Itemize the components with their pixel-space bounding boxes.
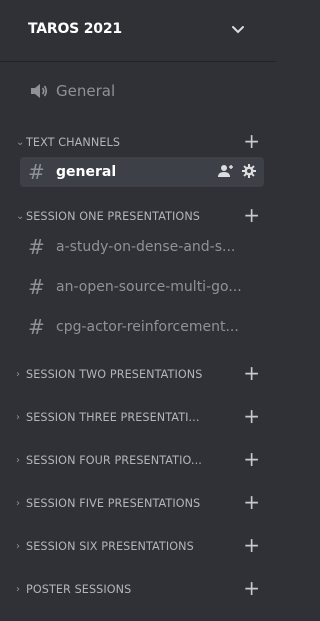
category-session-one[interactable]: ⌄ SESSION ONE PRESENTATIONS +: [16, 205, 262, 226]
server-name: TAROS 2021: [28, 21, 122, 37]
category-label: SESSION SIX PRESENTATIONS: [26, 539, 194, 553]
category-label: SESSION FOUR PRESENTATIO...: [26, 453, 202, 467]
chevron-icon: ›: [16, 454, 20, 466]
hash-icon: #: [28, 160, 45, 184]
server-header[interactable]: TAROS 2021: [0, 0, 276, 62]
plus-icon[interactable]: +: [243, 131, 260, 151]
plus-icon[interactable]: +: [243, 535, 260, 555]
category-session-six[interactable]: › SESSION SIX PRESENTATIONS +: [16, 535, 262, 556]
chevron-icon: ›: [16, 497, 20, 509]
plus-icon[interactable]: +: [243, 406, 260, 426]
channel-general[interactable]: # general: [20, 157, 264, 187]
category-session-two[interactable]: › SESSION TWO PRESENTATIONS +: [16, 363, 262, 384]
plus-icon[interactable]: +: [243, 205, 260, 225]
category-session-four[interactable]: › SESSION FOUR PRESENTATIO... +: [16, 449, 262, 470]
hash-icon: #: [28, 275, 45, 299]
plus-icon[interactable]: +: [243, 492, 260, 512]
category-label: SESSION ONE PRESENTATIONS: [26, 209, 200, 223]
plus-icon[interactable]: +: [243, 363, 260, 383]
hash-icon: #: [28, 235, 45, 259]
channel-label: general: [56, 164, 117, 180]
category-label: SESSION TWO PRESENTATIONS: [26, 367, 203, 381]
channel-session-one-2[interactable]: # an-open-source-multi-go...: [20, 272, 264, 302]
category-label: SESSION THREE PRESENTATI...: [26, 410, 200, 424]
chevron-icon: ⌄: [16, 210, 25, 222]
category-session-three[interactable]: › SESSION THREE PRESENTATI... +: [16, 406, 262, 427]
channel-label: cpg-actor-reinforcement...: [56, 319, 239, 335]
chevron-down-icon[interactable]: [230, 24, 246, 36]
chevron-icon: ›: [16, 368, 20, 380]
channel-session-one-1[interactable]: # a-study-on-dense-and-s...: [20, 232, 264, 262]
gear-icon[interactable]: [242, 164, 256, 178]
category-text-channels[interactable]: ⌄ TEXT CHANNELS +: [16, 131, 262, 152]
category-label: TEXT CHANNELS: [26, 135, 121, 149]
plus-icon[interactable]: +: [243, 449, 260, 469]
category-label: SESSION FIVE PRESENTATIONS: [26, 496, 201, 510]
category-session-five[interactable]: › SESSION FIVE PRESENTATIONS +: [16, 492, 262, 513]
voice-channel-general[interactable]: General: [30, 78, 260, 104]
add-member-icon[interactable]: [218, 164, 234, 178]
voice-channel-label: General: [56, 82, 116, 100]
chevron-icon: ›: [16, 540, 20, 552]
category-label: POSTER SESSIONS: [26, 582, 132, 596]
channel-label: an-open-source-multi-go...: [56, 279, 242, 295]
hash-icon: #: [28, 315, 45, 339]
chevron-icon: ›: [16, 583, 20, 595]
category-poster-sessions[interactable]: › POSTER SESSIONS +: [16, 578, 262, 599]
channel-label: a-study-on-dense-and-s...: [56, 239, 236, 255]
chevron-icon: ⌄: [16, 136, 25, 148]
speaker-icon: [31, 84, 48, 98]
chevron-icon: ›: [16, 411, 20, 423]
plus-icon[interactable]: +: [243, 578, 260, 598]
channel-session-one-3[interactable]: # cpg-actor-reinforcement...: [20, 312, 264, 342]
